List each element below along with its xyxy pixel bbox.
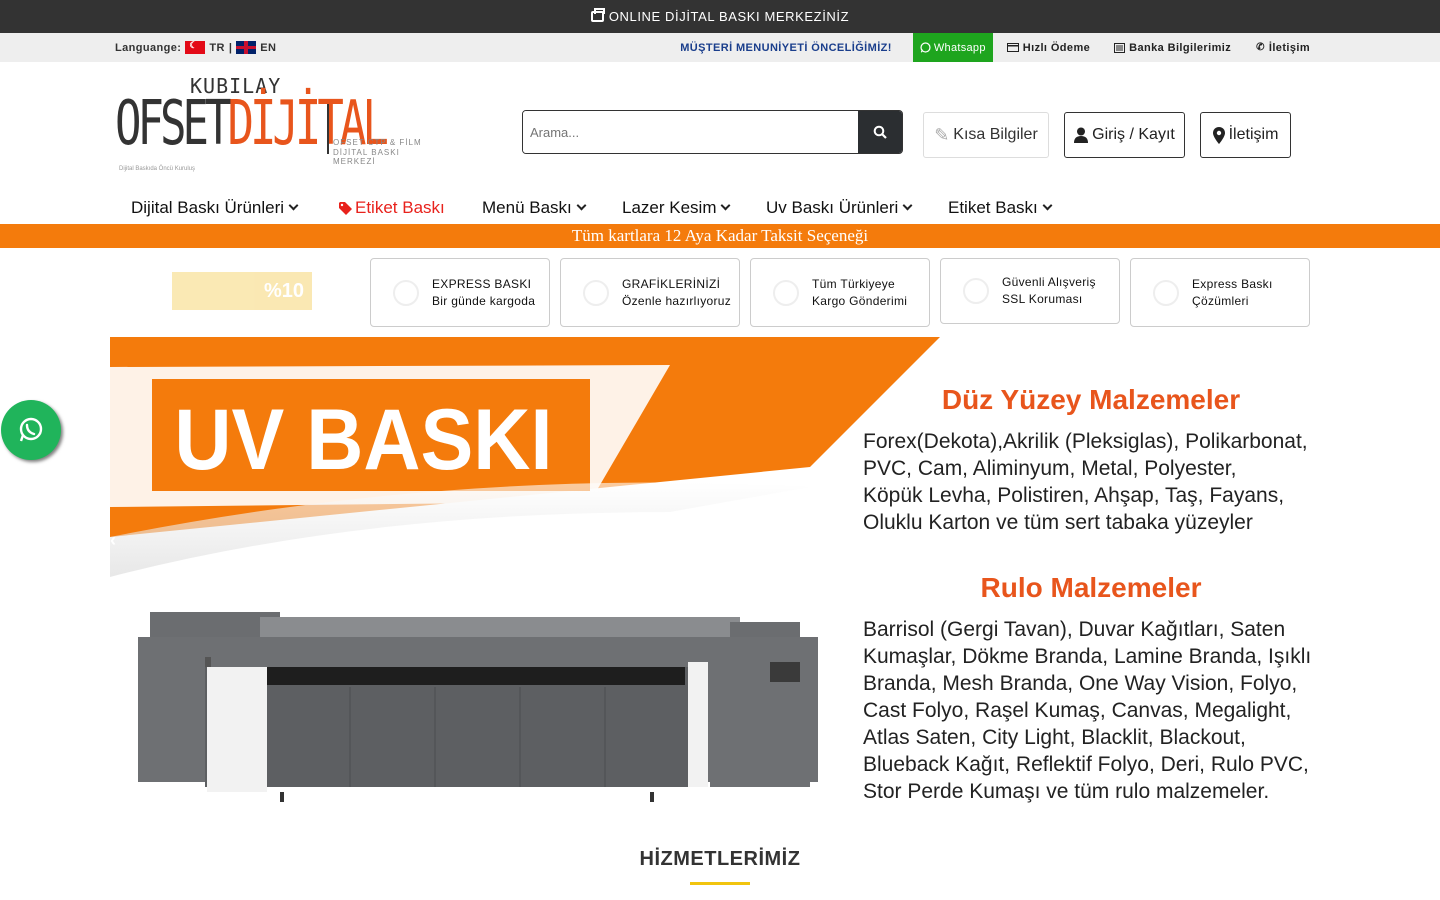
roll-line: Kumaşlar, Dökme Branda, Lamine Branda, I…: [863, 645, 1311, 668]
site-header: KUBILAY OFSETDİJİTAL OFSET CTP & FİLM Dİ…: [0, 62, 1440, 190]
contact-label: İletişim: [1268, 41, 1310, 54]
header-contact-button[interactable]: İletişim: [1200, 112, 1291, 158]
search-input[interactable]: [523, 111, 858, 153]
chevron-down-icon: [721, 200, 731, 211]
short-info-button[interactable]: ✎ Kısa Bilgiler: [923, 112, 1049, 158]
title-underline: [690, 882, 750, 885]
roll-title: Rulo Malzemeler: [981, 572, 1202, 603]
installment-promo-bar: Tüm kartlara 12 Aya Kadar Taksit Seçeneğ…: [0, 224, 1440, 248]
roll-line: Stor Perde Kumaşı ve tüm rulo malzemeler…: [863, 780, 1269, 803]
feature-solutions: Express Baskı Çözümleri: [1130, 258, 1310, 327]
fast-payment-label: Hızlı Ödeme: [1022, 41, 1091, 54]
language-switcher: Languange: TR | EN: [115, 40, 276, 54]
design-icon: [583, 279, 609, 306]
feature-shipping: Tüm Türkiyeye Kargo Gönderimi: [750, 258, 930, 327]
utility-links: MÜŞTERİ MENUNİYETİ ÖNCELİĞİMİZ! Whatsapp…: [680, 33, 1310, 62]
logo-tagline: Dijital Baskıda Öncü Kuruluş: [119, 166, 196, 172]
english-flag-icon[interactable]: [236, 41, 257, 54]
roll-line: Cast Folyo, Raşel Kumaş, Canvas, Megalig…: [863, 699, 1291, 722]
banner-title: UV BASKI: [174, 391, 552, 488]
fast-payment-link[interactable]: Hızlı Ödeme: [1006, 41, 1091, 54]
tag-icon: [339, 201, 352, 215]
user-icon: [1074, 127, 1089, 143]
announcement-text: ONLINE DİJİTAL BASKI MERKEZİNİZ: [608, 9, 850, 24]
lang-en-link[interactable]: EN: [260, 42, 276, 54]
truck-icon: [773, 279, 799, 306]
search-button[interactable]: [858, 111, 902, 153]
bank-info-link[interactable]: Banka Bilgilerimiz: [1114, 42, 1231, 54]
uv-print-banner: UV BASKI Düz Yüzey Malzemeler Forex(Deko…: [110, 337, 1311, 803]
services-section-title: HİZMETLERİMİZ: [639, 848, 801, 870]
turkish-flag-icon[interactable]: [185, 40, 206, 54]
chevron-down-icon: [288, 200, 299, 211]
express-icon: [393, 279, 419, 306]
nav-dijital-baski[interactable]: Dijital Baskı Ürünleri: [131, 198, 299, 218]
gear-icon: [1153, 279, 1179, 306]
pencil-icon: ✎: [934, 124, 950, 145]
features-strip: %10 EXPRESS BASKI Bir günde kargoda GRAFİ…: [0, 248, 1440, 337]
search-icon: [873, 125, 887, 139]
whatsapp-icon: [19, 417, 43, 442]
language-label: Languange:: [115, 41, 182, 54]
contact-link[interactable]: ✆ İletişim: [1256, 42, 1310, 54]
login-register-button[interactable]: Giriş / Kayıt: [1064, 112, 1185, 158]
search-bar: [522, 110, 903, 154]
flat-line: PVC, Cam, Aliminyum, Metal, Polyester,: [863, 457, 1236, 480]
roll-line: Barrisol (Gergi Tavan), Duvar Kağıtları,…: [863, 618, 1285, 641]
uv-printer-illustration: [138, 612, 818, 802]
feature-express: EXPRESS BASKI Bir günde kargoda: [370, 258, 550, 327]
shield-icon: [963, 278, 989, 304]
phone-icon: ✆: [1256, 42, 1265, 53]
list-icon: [1114, 42, 1126, 53]
map-marker-icon: [1212, 126, 1225, 144]
top-announcement-bar: ONLINE DİJİTAL BASKI MERKEZİNİZ: [0, 0, 1440, 33]
logo-sub-1: OFSET CTP & FİLM: [333, 138, 422, 147]
credit-card-icon: [1006, 43, 1019, 52]
site-logo[interactable]: KUBILAY OFSETDİJİTAL OFSET CTP & FİLM Dİ…: [115, 74, 427, 174]
slider-next-arrow[interactable]: ›: [1320, 530, 1326, 551]
nav-etiket-baski-featured[interactable]: Etiket Baskı: [339, 198, 445, 218]
nav-lazer-kesim[interactable]: Lazer Kesim: [622, 198, 731, 218]
logo-sub-2: DİJİTAL BASKI MERKEZİ: [333, 148, 400, 166]
discount-badge[interactable]: %10: [172, 272, 312, 310]
nav-etiket-baski[interactable]: Etiket Baskı: [948, 198, 1053, 218]
slogan-text: MÜŞTERİ MENUNİYETİ ÖNCELİĞİMİZ!: [680, 41, 892, 54]
roll-line: Atlas Saten, City Light, Blacklit, Black…: [863, 726, 1246, 749]
utility-bar: Languange: TR | EN MÜŞTERİ MENUNİYETİ ÖN…: [0, 33, 1440, 62]
roll-line: Branda, Mesh Branda, One Way Vision, Fol…: [863, 672, 1297, 695]
flat-line: Oluklu Karton ve tüm sert tabaka yüzeyle…: [863, 511, 1253, 534]
whatsapp-icon: [920, 42, 931, 53]
bank-info-label: Banka Bilgilerimiz: [1129, 41, 1232, 54]
header-contact-label: İletişim: [1228, 126, 1279, 143]
logo-divider: [327, 104, 329, 154]
flat-line: Köpük Levha, Polistiren, Ahşap, Taş, Fay…: [863, 484, 1284, 507]
lang-tr-link[interactable]: TR: [209, 42, 224, 54]
flat-title: Düz Yüzey Malzemeler: [942, 384, 1240, 415]
lang-separator: |: [228, 41, 233, 54]
chevron-down-icon: [1042, 200, 1053, 211]
chevron-down-icon: [902, 200, 913, 211]
feature-ssl: Güvenli Alışveriş SSL Koruması: [940, 258, 1120, 324]
nav-uv-baski[interactable]: Uv Baskı Ürünleri: [766, 198, 913, 218]
whatsapp-label: Whatsapp: [933, 41, 986, 54]
hero-slider[interactable]: UV BASKI Düz Yüzey Malzemeler Forex(Deko…: [110, 337, 1330, 825]
flat-line: Forex(Dekota),Akrilik (Pleksiglas), Poli…: [863, 430, 1308, 453]
roll-line: Blueback Kağıt, Reflektif Folyo, Deri, R…: [863, 753, 1309, 776]
login-register-label: Giriş / Kayıt: [1092, 126, 1175, 143]
chevron-down-icon: [576, 200, 587, 211]
feature-graphics: GRAFİKLERİNİZİ Özenle hazırlıyoruz: [560, 258, 740, 327]
whatsapp-floating-button[interactable]: [1, 400, 61, 460]
slider-prev-arrow[interactable]: ‹: [110, 530, 116, 551]
printer-icon: [590, 8, 605, 22]
whatsapp-button[interactable]: Whatsapp: [912, 33, 993, 62]
short-info-label: Kısa Bilgiler: [953, 126, 1038, 143]
main-navigation: Dijital Baskı Ürünleri Etiket Baskı Menü…: [0, 190, 1440, 224]
nav-menu-baski[interactable]: Menü Baskı: [482, 198, 587, 218]
